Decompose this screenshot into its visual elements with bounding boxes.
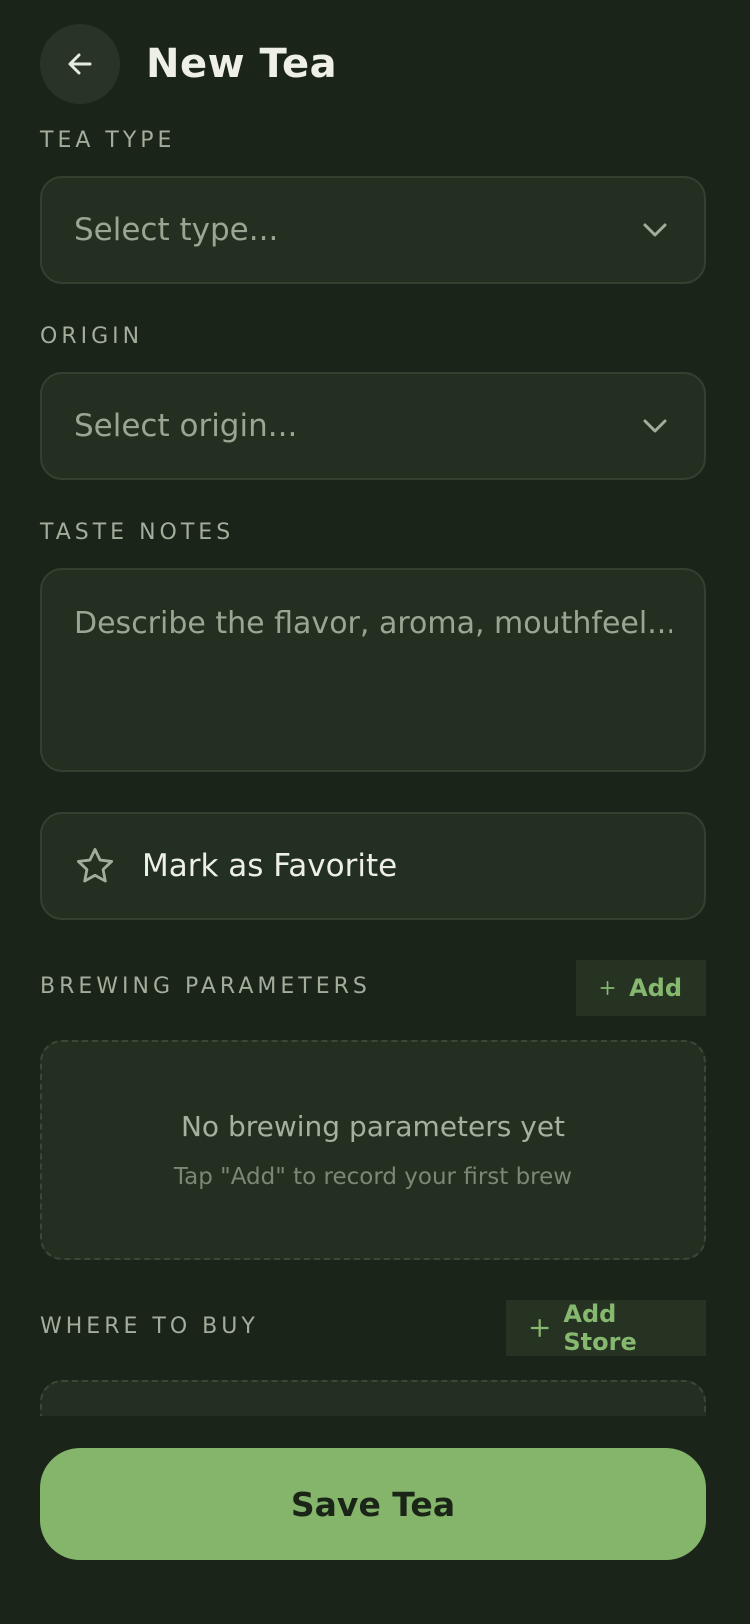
tea-type-label: TEA TYPE bbox=[40, 128, 176, 153]
taste-notes-placeholder: Describe the flavor, aroma, mouthfeel... bbox=[74, 606, 672, 641]
origin-select[interactable]: Select origin... bbox=[40, 372, 706, 480]
favorite-toggle[interactable]: Mark as Favorite bbox=[40, 812, 706, 920]
brewing-empty-subtitle: Tap "Add" to record your first brew bbox=[173, 1164, 573, 1190]
chevron-down-icon bbox=[643, 223, 667, 237]
add-brewing-label: Add bbox=[629, 974, 682, 1002]
plus-icon bbox=[530, 1318, 549, 1338]
add-store-button[interactable]: Add Store bbox=[506, 1300, 706, 1356]
arrow-left-icon bbox=[68, 53, 92, 75]
tea-type-placeholder: Select type... bbox=[74, 212, 279, 248]
chevron-down-icon bbox=[643, 419, 667, 433]
header: New Tea bbox=[40, 24, 337, 104]
origin-placeholder: Select origin... bbox=[74, 408, 298, 444]
taste-notes-label: TASTE NOTES bbox=[40, 520, 235, 545]
brewing-parameters-label: BREWING PARAMETERS bbox=[40, 974, 371, 999]
where-to-buy-label: WHERE TO BUY bbox=[40, 1314, 259, 1339]
page-title: New Tea bbox=[146, 41, 338, 87]
add-brewing-button[interactable]: Add bbox=[576, 960, 706, 1016]
tea-type-select[interactable]: Select type... bbox=[40, 176, 706, 284]
taste-notes-textarea[interactable]: Describe the flavor, aroma, mouthfeel... bbox=[40, 568, 706, 772]
star-outline-icon bbox=[76, 847, 114, 883]
save-button[interactable]: Save Tea bbox=[40, 1448, 706, 1560]
plus-icon bbox=[600, 980, 615, 996]
add-store-label: Add Store bbox=[563, 1300, 637, 1356]
back-button[interactable] bbox=[40, 24, 120, 104]
origin-label: ORIGIN bbox=[40, 324, 144, 349]
brewing-empty-state: No brewing parameters yet Tap "Add" to r… bbox=[40, 1040, 706, 1260]
brewing-empty-title: No brewing parameters yet bbox=[180, 1110, 566, 1143]
favorite-label: Mark as Favorite bbox=[142, 848, 398, 884]
